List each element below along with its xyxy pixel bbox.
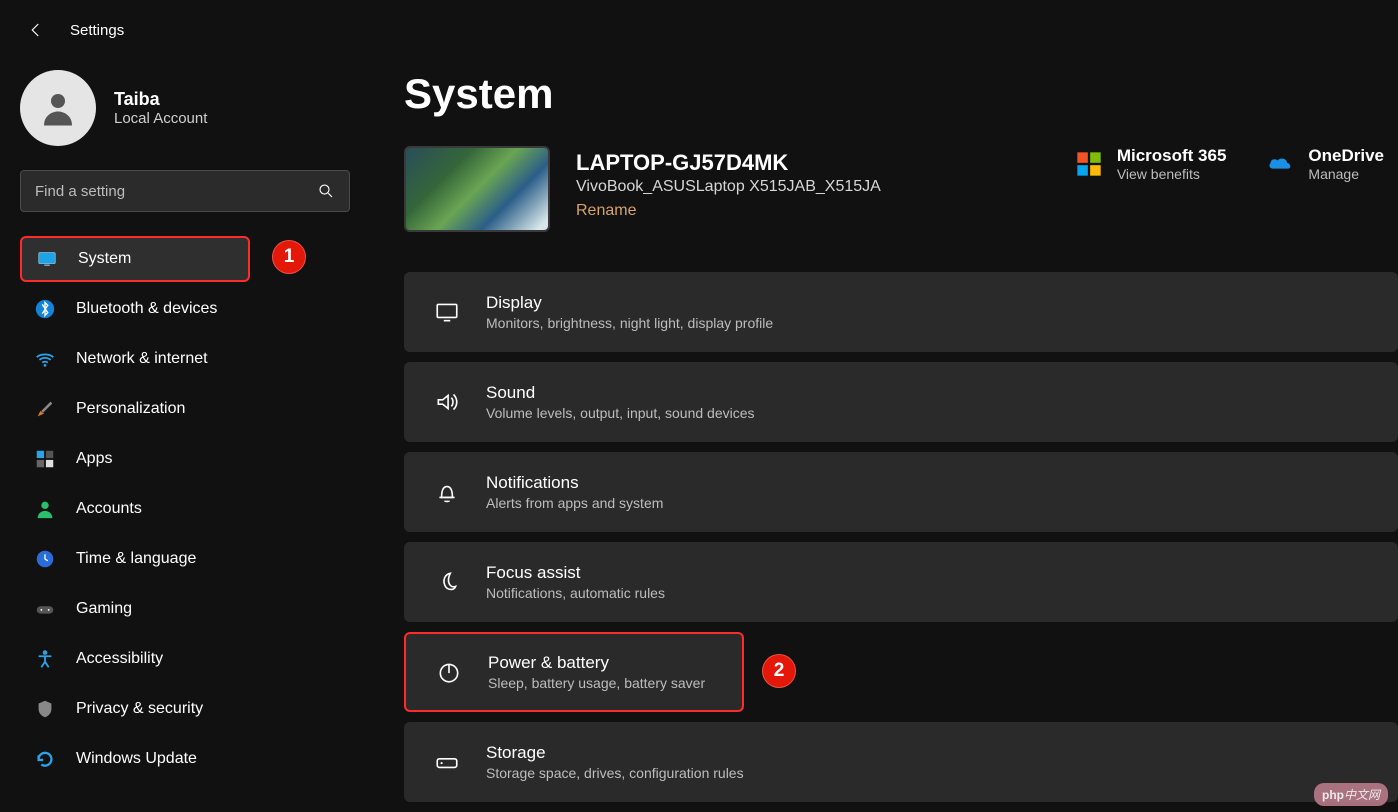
callout-number-2: 2	[762, 654, 796, 688]
watermark-right: 中文网	[1344, 788, 1380, 802]
user-profile[interactable]: Taiba Local Account	[20, 70, 350, 146]
sound-icon	[434, 389, 460, 415]
sidebar-item-accounts[interactable]: Accounts	[20, 486, 350, 532]
apps-icon	[34, 448, 56, 470]
quicklink-subtitle: View benefits	[1117, 166, 1227, 182]
card-title: Display	[486, 293, 773, 313]
sidebar-item-apps[interactable]: Apps	[20, 436, 350, 482]
quicklink-subtitle: Manage	[1308, 166, 1384, 182]
avatar	[20, 70, 96, 146]
page-title: System	[404, 70, 1398, 118]
app-title: Settings	[70, 22, 124, 39]
sidebar-item-privacy[interactable]: Privacy & security	[20, 686, 350, 732]
settings-cards: Display Monitors, brightness, night ligh…	[404, 272, 1398, 802]
callout-number-1: 1	[272, 240, 306, 274]
sidebar-item-gaming[interactable]: Gaming	[20, 586, 350, 632]
onedrive-icon	[1266, 150, 1294, 178]
display-icon	[434, 299, 460, 325]
sidebar-item-label: Time & language	[76, 550, 196, 568]
sidebar-item-label: System	[78, 250, 131, 268]
sidebar-item-label: Personalization	[76, 400, 185, 418]
system-icon	[36, 248, 58, 270]
sidebar-item-update[interactable]: Windows Update	[20, 736, 350, 782]
search-box[interactable]	[20, 170, 350, 212]
quicklink-onedrive[interactable]: OneDrive Manage	[1266, 146, 1384, 182]
shield-icon	[34, 698, 56, 720]
quicklink-title: OneDrive	[1308, 146, 1384, 166]
sidebar-item-label: Privacy & security	[76, 700, 203, 718]
accounts-icon	[34, 498, 56, 520]
sidebar-item-label: Bluetooth & devices	[76, 300, 217, 318]
device-name: LAPTOP-GJ57D4MK	[576, 150, 1049, 176]
sidebar: Taiba Local Account System 1	[0, 56, 370, 812]
device-model: VivoBook_ASUSLaptop X515JAB_X515JA	[576, 178, 1049, 196]
card-display[interactable]: Display Monitors, brightness, night ligh…	[404, 272, 1398, 352]
clock-icon	[34, 548, 56, 570]
card-title: Storage	[486, 743, 744, 763]
card-subtitle: Monitors, brightness, night light, displ…	[486, 315, 773, 331]
watermark-left: php	[1322, 788, 1344, 802]
device-summary: LAPTOP-GJ57D4MK VivoBook_ASUSLaptop X515…	[404, 146, 1398, 232]
sidebar-item-accessibility[interactable]: Accessibility	[20, 636, 350, 682]
card-notifications[interactable]: Notifications Alerts from apps and syste…	[404, 452, 1398, 532]
card-title: Notifications	[486, 473, 663, 493]
microsoft-365-icon	[1075, 150, 1103, 178]
card-title: Sound	[486, 383, 755, 403]
power-icon	[436, 659, 462, 685]
card-storage[interactable]: Storage Storage space, drives, configura…	[404, 722, 1398, 802]
device-wallpaper-thumb[interactable]	[404, 146, 550, 232]
arrow-left-icon	[27, 21, 45, 39]
sidebar-item-label: Windows Update	[76, 750, 197, 768]
main-content: System LAPTOP-GJ57D4MK VivoBook_ASUSLapt…	[370, 56, 1398, 812]
card-title: Focus assist	[486, 563, 665, 583]
sidebar-nav: System 1 Bluetooth & devices Network & i…	[20, 236, 350, 782]
card-subtitle: Storage space, drives, configuration rul…	[486, 765, 744, 781]
rename-device-link[interactable]: Rename	[576, 202, 1049, 220]
card-sound[interactable]: Sound Volume levels, output, input, soun…	[404, 362, 1398, 442]
card-focus-assist[interactable]: Focus assist Notifications, automatic ru…	[404, 542, 1398, 622]
sidebar-item-personalization[interactable]: Personalization	[20, 386, 350, 432]
card-title: Power & battery	[488, 653, 705, 673]
sidebar-item-label: Gaming	[76, 600, 132, 618]
watermark: php中文网	[1314, 783, 1388, 806]
sidebar-item-bluetooth[interactable]: Bluetooth & devices	[20, 286, 350, 332]
moon-icon	[434, 569, 460, 595]
sidebar-item-time[interactable]: Time & language	[20, 536, 350, 582]
card-subtitle: Notifications, automatic rules	[486, 585, 665, 601]
update-icon	[34, 748, 56, 770]
card-power-battery[interactable]: Power & battery Sleep, battery usage, ba…	[404, 632, 744, 712]
person-icon	[37, 87, 79, 129]
card-subtitle: Alerts from apps and system	[486, 495, 663, 511]
card-subtitle: Sleep, battery usage, battery saver	[488, 675, 705, 691]
user-name: Taiba	[114, 89, 207, 110]
sidebar-item-label: Accounts	[76, 500, 142, 518]
sidebar-item-label: Network & internet	[76, 350, 208, 368]
storage-icon	[434, 749, 460, 775]
quicklink-microsoft365[interactable]: Microsoft 365 View benefits	[1075, 146, 1227, 182]
accessibility-icon	[34, 648, 56, 670]
sidebar-item-label: Apps	[76, 450, 112, 468]
card-subtitle: Volume levels, output, input, sound devi…	[486, 405, 755, 421]
paintbrush-icon	[34, 398, 56, 420]
quicklink-title: Microsoft 365	[1117, 146, 1227, 166]
sidebar-item-system[interactable]: System	[20, 236, 250, 282]
search-input[interactable]	[35, 183, 317, 200]
bell-icon	[434, 479, 460, 505]
bluetooth-icon	[34, 298, 56, 320]
wifi-icon	[34, 348, 56, 370]
sidebar-item-network[interactable]: Network & internet	[20, 336, 350, 382]
gaming-icon	[34, 598, 56, 620]
sidebar-item-label: Accessibility	[76, 650, 163, 668]
back-button[interactable]	[24, 18, 48, 42]
search-icon	[317, 182, 335, 200]
user-subtitle: Local Account	[114, 110, 207, 127]
